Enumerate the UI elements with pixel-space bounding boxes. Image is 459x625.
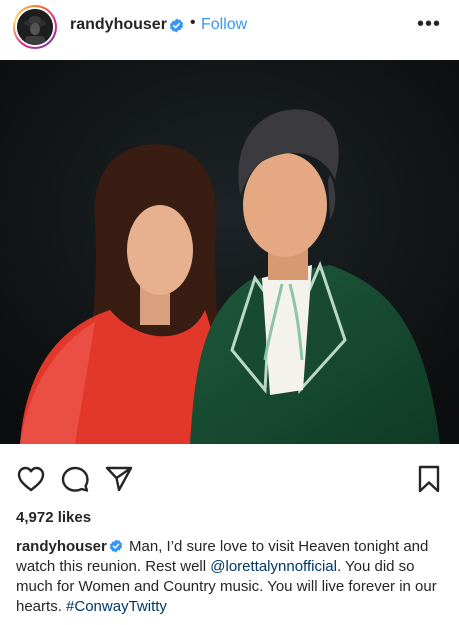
heart-icon[interactable] <box>16 464 46 494</box>
mention-link[interactable]: @lorettalynnofficial <box>210 558 337 575</box>
post-photo[interactable] <box>0 60 459 444</box>
hashtag-link[interactable]: #ConwayTwitty <box>66 598 167 615</box>
header-separator: • <box>190 14 196 31</box>
like-count[interactable]: 4,972 likes <box>16 509 91 526</box>
post-caption: randyhouser Man, I’d sure love to visit … <box>16 537 446 617</box>
more-options-icon[interactable]: ••• <box>417 14 441 34</box>
story-ring[interactable] <box>13 5 57 49</box>
post-header: randyhouser • Follow ••• <box>0 0 459 56</box>
bookmark-icon[interactable] <box>414 464 444 494</box>
action-bar <box>0 458 459 498</box>
avatar[interactable] <box>17 9 53 45</box>
follow-button[interactable]: Follow <box>201 16 247 34</box>
verified-badge-icon <box>109 539 122 553</box>
post-image <box>0 60 459 444</box>
username-link[interactable]: randyhouser <box>70 16 167 34</box>
comment-icon[interactable] <box>60 464 90 494</box>
avatar-image <box>17 9 53 45</box>
send-icon[interactable] <box>104 464 134 494</box>
caption-username[interactable]: randyhouser <box>16 538 107 555</box>
verified-badge-icon <box>169 18 184 33</box>
